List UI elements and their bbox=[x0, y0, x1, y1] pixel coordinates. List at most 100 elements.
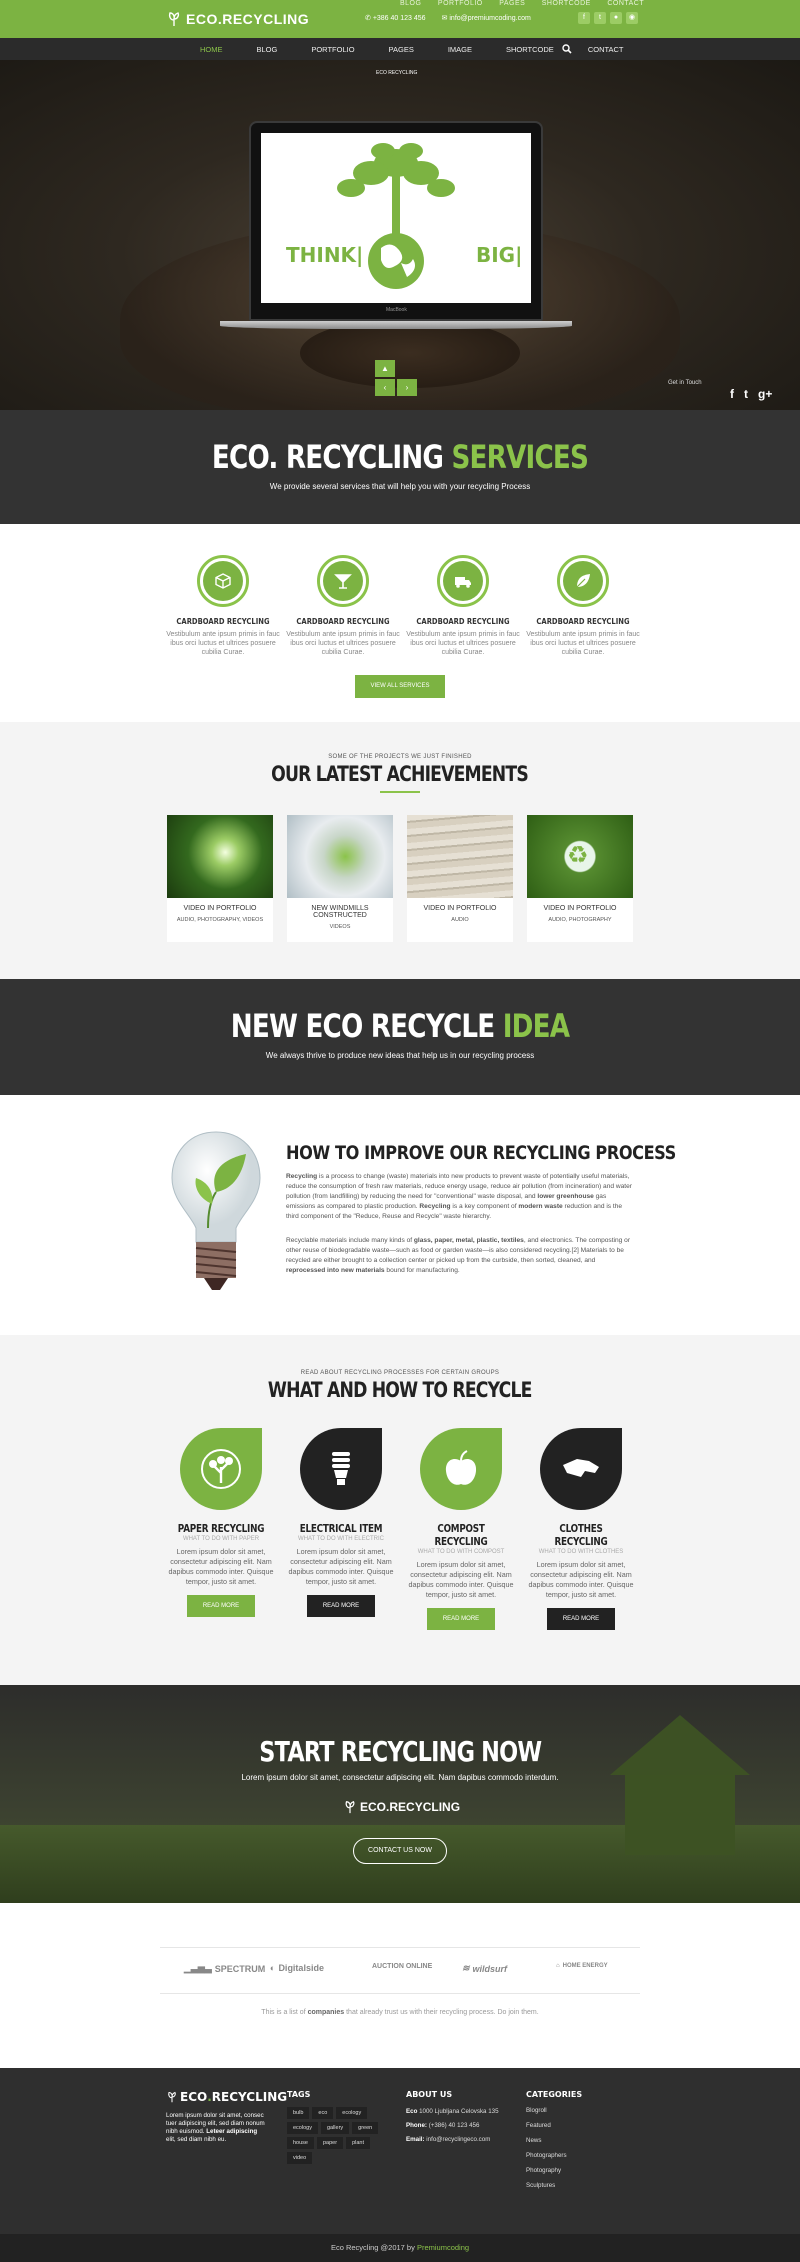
logo-text-main: ECO bbox=[186, 11, 218, 27]
card-tags: VIDEOS bbox=[329, 924, 351, 930]
category-link[interactable]: Sculptures bbox=[526, 2182, 582, 2189]
tag-link[interactable]: house bbox=[287, 2137, 314, 2149]
partner-logo-home-energy[interactable]: ⌂ HOME ENERGY bbox=[556, 1963, 608, 1969]
tag-link[interactable]: eco bbox=[312, 2107, 334, 2119]
tag-link[interactable]: green bbox=[352, 2122, 379, 2134]
nav-item-contact[interactable]: CONTACT bbox=[588, 45, 624, 54]
contact-us-button[interactable]: CONTACT US NOW bbox=[353, 1838, 447, 1864]
nav-item-pages[interactable]: PAGES bbox=[389, 45, 414, 54]
category-link[interactable]: Featured bbox=[526, 2122, 582, 2129]
note-text: that already trust us with their recycli… bbox=[344, 2009, 539, 2016]
dribbble-icon[interactable]: ● bbox=[610, 12, 622, 24]
card-title: NEW WINDMILLS CONSTRUCTED bbox=[311, 905, 369, 919]
partner-logo-digitalside[interactable]: ◐ Digitalside bbox=[270, 1963, 324, 1973]
portfolio-card[interactable]: VIDEO IN PORTFOLIO AUDIO bbox=[407, 815, 513, 942]
category-link[interactable]: News bbox=[526, 2137, 582, 2144]
tag-link[interactable]: paper bbox=[317, 2137, 344, 2149]
tag-link[interactable]: gallery bbox=[320, 2122, 350, 2134]
portfolio-card[interactable]: ♻ VIDEO IN PORTFOLIO AUDIO, PHOTOGRAPHY bbox=[527, 815, 633, 942]
banner-title-green: SERVICES bbox=[451, 438, 589, 476]
read-more-button[interactable]: READ MORE bbox=[427, 1608, 495, 1630]
what-how-section: READ ABOUT RECYCLING PROCESSES FOR CERTA… bbox=[0, 1335, 800, 1685]
twitter-icon[interactable]: t bbox=[744, 387, 748, 401]
item-drop-badge bbox=[300, 1428, 382, 1510]
logo-text-main: ECO bbox=[180, 2090, 208, 2104]
hero-slider: ECO RECYCLING THINK| BIG| MacBook ▲ ‹ › G… bbox=[0, 60, 800, 410]
partner-logo-auction[interactable]: AUCTION ONLINE bbox=[372, 1963, 432, 1970]
email-address[interactable]: info@premiumcoding.com bbox=[449, 15, 530, 22]
faded-menu-item: PORTFOLIO bbox=[437, 0, 483, 7]
facebook-icon[interactable]: f bbox=[730, 387, 734, 401]
slider-up-button[interactable]: ▲ bbox=[375, 360, 395, 377]
google-plus-icon[interactable]: g+ bbox=[758, 387, 772, 401]
nav-item-shortcode[interactable]: SHORTCODE bbox=[506, 45, 554, 54]
copyright-bar: Eco Recycling @2017 by Premiumcoding bbox=[0, 2234, 800, 2262]
partner-name: HOME ENERGY bbox=[562, 1963, 608, 1969]
partners-section: ▁▃▅▃ SPECTRUM ◐ Digitalside AUCTION ONLINE… bbox=[0, 1903, 800, 2068]
footer-tags-col: TAGS bulb eco ecology ecology gallery gr… bbox=[287, 2090, 387, 2164]
faded-menu-item: SHORTCODE bbox=[541, 0, 591, 7]
recycle-icon: ♻ bbox=[567, 842, 589, 869]
leaf-logo-icon bbox=[168, 2091, 176, 2103]
category-link[interactable]: Photographers bbox=[526, 2152, 582, 2159]
search-icon[interactable] bbox=[562, 44, 572, 54]
partner-logo-wildsurf[interactable]: ≋ wildsurf bbox=[462, 1963, 507, 1974]
services-banner: ECO. RECYCLING SERVICES We provide sever… bbox=[0, 410, 800, 524]
site-logo[interactable]: ECO. RECYCLING bbox=[166, 11, 309, 27]
cocktail-glass-icon bbox=[334, 574, 352, 589]
email-contact[interactable]: ✉ info@premiumcoding.com bbox=[442, 14, 531, 22]
leaf-icon bbox=[576, 574, 590, 588]
phone-contact: ✆ +386 40 123 456 bbox=[365, 14, 426, 22]
tag-link[interactable]: ecology bbox=[287, 2122, 318, 2134]
category-link[interactable]: Blogroll bbox=[526, 2107, 582, 2114]
read-more-button[interactable]: READ MORE bbox=[547, 1608, 615, 1630]
footer-about-col: ECO. RECYCLING Lorem ipsum dolor sit amet… bbox=[166, 2090, 287, 2144]
start-recycling-section: START RECYCLING NOW Lorem ipsum dolor si… bbox=[0, 1685, 800, 1903]
nav-item-blog[interactable]: BLOG bbox=[257, 45, 278, 54]
nav-item-image[interactable]: IMAGE bbox=[448, 45, 472, 54]
author-link[interactable]: Premiumcoding bbox=[417, 2243, 469, 2252]
rss-icon[interactable]: ◉ bbox=[626, 12, 638, 24]
phone-label: Phone: bbox=[406, 2122, 427, 2129]
service-icon-ring bbox=[437, 555, 489, 607]
slider-prev-button[interactable]: ‹ bbox=[375, 379, 395, 396]
main-nav: HOME BLOG PORTFOLIO PAGES IMAGE SHORTCOD… bbox=[0, 38, 800, 60]
nav-item-portfolio[interactable]: PORTFOLIO bbox=[311, 45, 354, 54]
read-more-button[interactable]: READ MORE bbox=[307, 1595, 375, 1617]
what-how-title: WHAT AND HOW TO RECYCLE bbox=[0, 1378, 800, 1402]
nav-item-home[interactable]: HOME bbox=[200, 45, 223, 54]
portfolio-card[interactable]: VIDEO IN PORTFOLIO AUDIO, PHOTOGRAPHY, V… bbox=[167, 815, 273, 942]
portfolio-card[interactable]: NEW WINDMILLS CONSTRUCTED VIDEOS bbox=[287, 815, 393, 942]
start-title-text: START RECYCLING NOW bbox=[258, 1735, 542, 1768]
slider-next-button[interactable]: › bbox=[397, 379, 417, 396]
email-value[interactable]: info@recyclingeco.com bbox=[425, 2136, 490, 2143]
tag-link[interactable]: plant bbox=[346, 2137, 371, 2149]
view-all-services-button[interactable]: VIEW ALL SERVICES bbox=[355, 675, 445, 698]
truck-icon bbox=[455, 577, 471, 588]
achievements-title-text: OUR LATEST ACHIEVEMENTS bbox=[271, 762, 530, 786]
top-bar: BLOG PORTFOLIO PAGES SHORTCODE CONTACT E… bbox=[0, 0, 800, 38]
divider bbox=[160, 1947, 640, 1948]
twitter-icon[interactable]: t bbox=[594, 12, 606, 24]
tag-link[interactable]: ecology bbox=[336, 2107, 368, 2119]
service-text: Vestibulum ante ipsum primis in fauc ibu… bbox=[286, 631, 400, 656]
category-link[interactable]: Photography bbox=[526, 2167, 582, 2174]
service-text: Vestibulum ante ipsum primis in fauc ibu… bbox=[406, 631, 520, 656]
about-bold: Leteer adipiscing bbox=[206, 2128, 258, 2135]
about-text: elit, sed diam nibh eu. bbox=[166, 2136, 227, 2143]
tag-link[interactable]: bulb bbox=[287, 2107, 310, 2119]
idea-paragraph-1: Recycling is a process to change (waste)… bbox=[286, 1172, 634, 1222]
tag-link[interactable]: video bbox=[287, 2152, 313, 2164]
bold-text: Recycling bbox=[286, 1173, 318, 1180]
partner-logo-spectrum[interactable]: ▁▃▅▃ SPECTRUM bbox=[184, 1963, 265, 1974]
facebook-icon[interactable]: f bbox=[578, 12, 590, 24]
bold-text: reprocessed into new materials bbox=[286, 1267, 385, 1274]
service-title: CARDBOARD RECYCLING bbox=[176, 617, 270, 626]
screen-text-big: BIG| bbox=[476, 243, 523, 267]
box-icon bbox=[215, 573, 231, 589]
read-more-button[interactable]: READ MORE bbox=[187, 1595, 255, 1617]
idea-section: HOW TO IMPROVE OUR RECYCLING PROCESS Rec… bbox=[0, 1095, 800, 1335]
partner-name: AUCTION ONLINE bbox=[372, 1963, 433, 1970]
laptop-screen: THINK| BIG| bbox=[261, 133, 531, 303]
tags-title: TAGS bbox=[287, 2090, 311, 2099]
